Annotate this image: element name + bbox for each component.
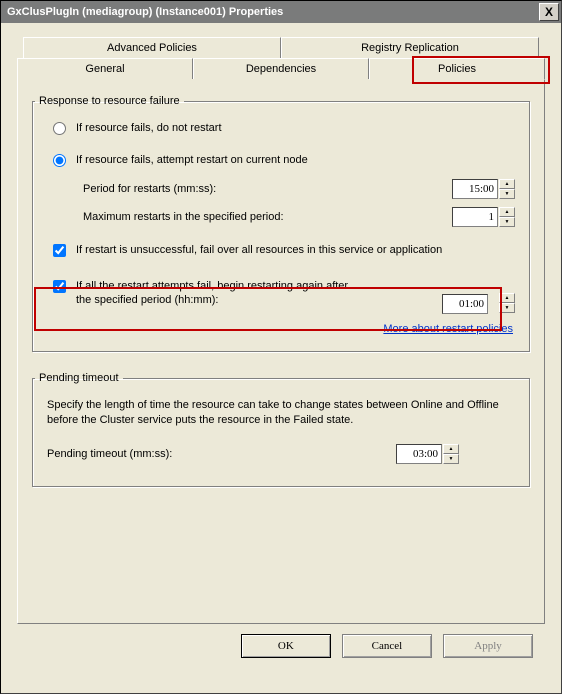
pending-timeout-input[interactable] — [396, 444, 442, 464]
period-up[interactable]: ▲ — [499, 179, 515, 189]
link-more-about-policies[interactable]: More about restart policies — [35, 323, 513, 335]
period-input[interactable] — [452, 179, 498, 199]
properties-dialog: GxClusPlugIn (mediagroup) (Instance001) … — [0, 0, 562, 694]
tab-registry-replication[interactable]: Registry Replication — [281, 37, 539, 59]
ok-button[interactable]: OK — [241, 634, 331, 658]
close-button[interactable]: X — [539, 3, 559, 21]
group-legend: Response to resource failure — [35, 95, 184, 107]
cancel-button[interactable]: Cancel — [342, 634, 432, 658]
window-title: GxClusPlugIn (mediagroup) (Instance001) … — [3, 6, 539, 18]
check-failover-label: If restart is unsuccessful, fail over al… — [76, 243, 442, 257]
retry-down[interactable]: ▼ — [499, 303, 515, 313]
period-spinner[interactable]: ▲ ▼ — [452, 179, 515, 199]
max-up[interactable]: ▲ — [499, 207, 515, 217]
radio-no-restart-label: If resource fails, do not restart — [76, 121, 222, 135]
tab-dependencies[interactable]: Dependencies — [193, 58, 369, 80]
group-pending-timeout: Pending timeout Specify the length of ti… — [32, 372, 530, 487]
check-retry-label: If all the restart attempts fail, begin … — [76, 279, 366, 307]
pending-desc: Specify the length of time the resource … — [35, 394, 527, 436]
check-failover[interactable] — [53, 244, 66, 257]
radio-attempt-restart[interactable] — [53, 154, 66, 167]
retry-period-input[interactable] — [442, 294, 488, 314]
radio-attempt-restart-label: If resource fails, attempt restart on cu… — [76, 153, 308, 167]
dialog-buttons: OK Cancel Apply — [15, 624, 547, 658]
pending-down[interactable]: ▼ — [443, 454, 459, 464]
max-restarts-input[interactable] — [452, 207, 498, 227]
period-label: Period for restarts (mm:ss): — [83, 183, 452, 195]
pending-up[interactable]: ▲ — [443, 444, 459, 454]
client-area: Advanced Policies Registry Replication G… — [1, 23, 561, 658]
tab-advanced-policies[interactable]: Advanced Policies — [23, 37, 281, 59]
tab-panel-policies: Response to resource failure If resource… — [17, 79, 545, 624]
retry-up[interactable]: ▲ — [499, 293, 515, 303]
retry-period-spinner[interactable]: ▲ ▼ — [442, 293, 515, 313]
pending-timeout-spinner[interactable]: ▲ ▼ — [396, 444, 459, 464]
titlebar: GxClusPlugIn (mediagroup) (Instance001) … — [1, 1, 561, 23]
close-icon: X — [545, 5, 553, 19]
tab-general[interactable]: General — [17, 58, 193, 80]
tab-policies[interactable]: Policies — [369, 58, 545, 80]
check-retry[interactable] — [53, 280, 66, 293]
max-down[interactable]: ▼ — [499, 217, 515, 227]
radio-no-restart[interactable] — [53, 122, 66, 135]
max-restarts-spinner[interactable]: ▲ ▼ — [452, 207, 515, 227]
max-restarts-label: Maximum restarts in the specified period… — [83, 211, 452, 223]
pending-timeout-label: Pending timeout (mm:ss): — [47, 448, 396, 460]
period-down[interactable]: ▼ — [499, 189, 515, 199]
pending-legend: Pending timeout — [35, 372, 123, 384]
group-response-failure: Response to resource failure If resource… — [32, 95, 530, 352]
tab-strip: Advanced Policies Registry Replication G… — [17, 37, 545, 624]
apply-button[interactable]: Apply — [443, 634, 533, 658]
